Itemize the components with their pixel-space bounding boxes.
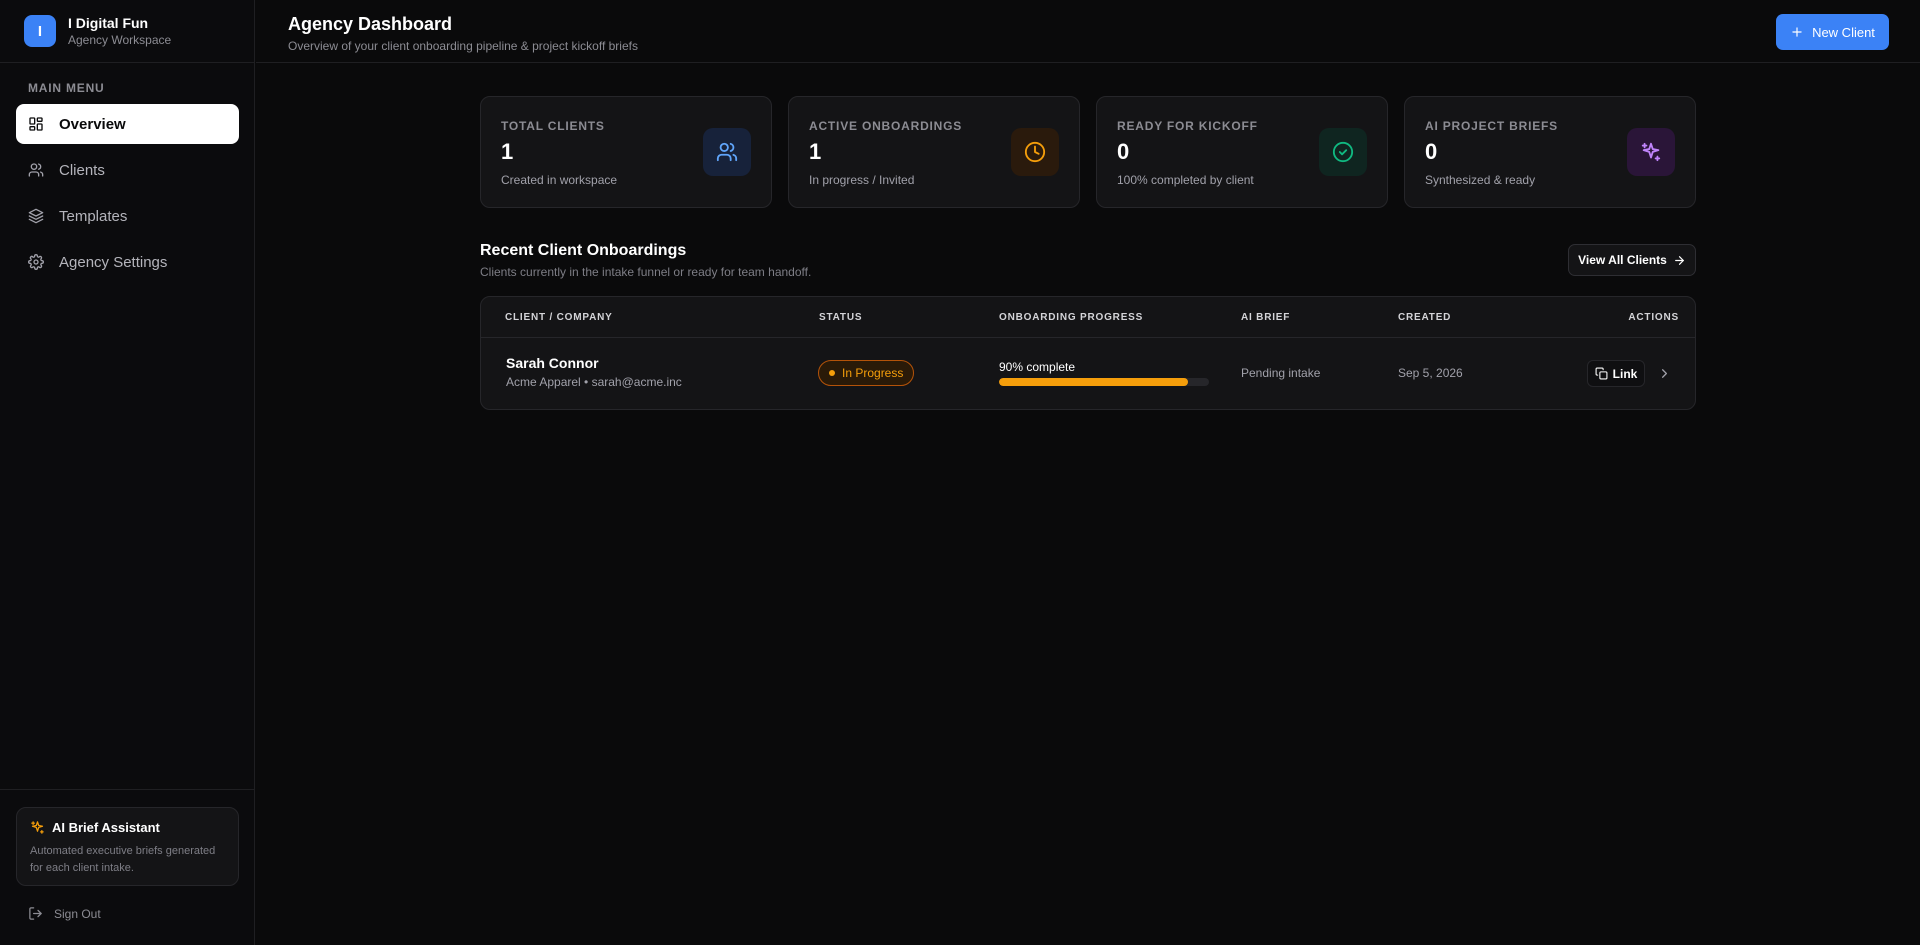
stat-subtitle: Created in workspace	[501, 173, 618, 187]
status-dot	[829, 370, 835, 376]
sidebar-item-templates[interactable]: Templates	[16, 196, 239, 236]
brand-logo: I	[24, 15, 56, 47]
stat-label: AI PROJECT BRIEFS	[1425, 119, 1558, 133]
progress-bar	[999, 378, 1209, 386]
table-header: CLIENT / COMPANY STATUS ONBOARDING PROGR…	[481, 297, 1695, 338]
grid-icon	[29, 117, 43, 131]
sidebar-item-label: Clients	[59, 161, 105, 179]
sign-out-button[interactable]: Sign Out	[28, 906, 101, 921]
new-client-label: New Client	[1812, 24, 1875, 40]
stat-card-ai-project-briefs: AI PROJECT BRIEFS 0 Synthesized & ready	[1404, 96, 1696, 208]
sidebar-item-agency-settings[interactable]: Agency Settings	[16, 242, 239, 282]
recent-onboardings-subtitle: Clients currently in the intake funnel o…	[480, 265, 812, 279]
assistant-title: AI Brief Assistant	[52, 820, 160, 835]
stat-value: 1	[501, 139, 514, 164]
ai-brief-status: Pending intake	[1241, 366, 1321, 380]
table-row[interactable]: Sarah Connor Acme Apparel • sarah@acme.i…	[481, 338, 1695, 409]
progress-text: 90% complete	[999, 360, 1076, 374]
stat-subtitle: Synthesized & ready	[1425, 173, 1536, 187]
stat-value: 0	[1117, 139, 1130, 164]
sidebar-footer: AI Brief Assistant Automated executive b…	[0, 789, 255, 945]
sidebar: I I Digital Fun Agency Workspace MAIN ME…	[0, 0, 255, 945]
column-header-progress: ONBOARDING PROGRESS	[999, 312, 1144, 323]
brand-text: I Digital Fun Agency Workspace	[68, 15, 171, 48]
stat-card-total-clients: TOTAL CLIENTS 1 Created in workspace	[480, 96, 772, 208]
clock-icon	[1024, 141, 1046, 163]
sidebar-item-label: Agency Settings	[59, 253, 168, 271]
stat-icon-box	[1011, 128, 1059, 176]
stat-label: READY FOR KICKOFF	[1117, 119, 1258, 133]
brand-title: I Digital Fun	[68, 14, 149, 31]
arrow-right-icon	[1674, 255, 1684, 265]
gear-icon	[28, 254, 44, 270]
sign-out-label: Sign Out	[54, 906, 101, 921]
stat-label: ACTIVE ONBOARDINGS	[809, 119, 963, 133]
stat-card-active-onboardings: ACTIVE ONBOARDINGS 1 In progress / Invit…	[788, 96, 1080, 208]
progress-bar-fill	[999, 378, 1188, 386]
copy-icon	[1595, 367, 1608, 380]
assistant-description: Automated executive briefs generated for…	[30, 845, 216, 874]
stat-icon-box	[703, 128, 751, 176]
stat-subtitle: 100% completed by client	[1117, 173, 1254, 187]
column-header-created: CREATED	[1398, 312, 1452, 323]
column-header-ai-brief: AI BRIEF	[1241, 312, 1291, 323]
status-label: In Progress	[842, 366, 904, 380]
sparkles-icon	[1641, 142, 1661, 162]
sidebar-item-clients[interactable]: Clients	[16, 150, 239, 190]
copy-link-label: Link	[1612, 366, 1638, 381]
users-icon	[28, 163, 44, 177]
stat-subtitle: In progress / Invited	[809, 173, 915, 187]
stat-value: 0	[1425, 139, 1438, 164]
stat-icon-box	[1319, 128, 1367, 176]
page-header: Agency Dashboard Overview of your client…	[256, 0, 1920, 63]
check-circle-icon	[1332, 141, 1354, 163]
client-onboardings-table: CLIENT / COMPANY STATUS ONBOARDING PROGR…	[480, 296, 1696, 410]
assistant-header: AI Brief Assistant	[30, 820, 225, 835]
ai-brief-assistant-card: AI Brief Assistant Automated executive b…	[16, 807, 239, 886]
status-badge: In Progress	[818, 360, 915, 386]
client-company-email: Acme Apparel • sarah@acme.inc	[506, 375, 682, 389]
brand-subtitle: Agency Workspace	[68, 32, 172, 47]
main-menu-label: MAIN MENU	[28, 81, 105, 95]
column-header-client: CLIENT / COMPANY	[505, 312, 613, 323]
stat-label: TOTAL CLIENTS	[501, 119, 605, 133]
main-nav: Overview Clients Templates Agency Settin…	[16, 104, 239, 288]
stat-value: 1	[809, 139, 822, 164]
copy-link-button[interactable]: Link	[1587, 360, 1645, 387]
stat-icon-box	[1627, 128, 1675, 176]
view-all-clients-button[interactable]: View All Clients	[1568, 244, 1696, 276]
column-header-status: STATUS	[819, 312, 863, 323]
users-icon	[716, 142, 738, 162]
layers-icon	[28, 208, 44, 224]
sidebar-item-label: Overview	[59, 115, 126, 133]
plus-icon	[1792, 27, 1802, 37]
stat-card-ready-for-kickoff: READY FOR KICKOFF 0 100% completed by cl…	[1096, 96, 1388, 208]
recent-onboardings-title: Recent Client Onboardings	[480, 242, 687, 259]
column-header-actions: ACTIONS	[1628, 312, 1679, 323]
view-all-clients-label: View All Clients	[1578, 253, 1667, 267]
brand: I I Digital Fun Agency Workspace	[0, 0, 254, 63]
client-name: Sarah Connor	[506, 355, 599, 371]
sidebar-item-overview[interactable]: Overview	[16, 104, 239, 144]
page-title: Agency Dashboard	[288, 14, 453, 34]
log-out-icon	[29, 907, 42, 920]
created-date: Sep 5, 2026	[1398, 366, 1463, 380]
new-client-button[interactable]: New Client	[1776, 14, 1889, 50]
page-subtitle: Overview of your client onboarding pipel…	[288, 39, 638, 53]
sidebar-item-label: Templates	[59, 207, 128, 225]
chevron-right-icon[interactable]	[1657, 366, 1672, 381]
sparkles-icon	[31, 821, 44, 834]
